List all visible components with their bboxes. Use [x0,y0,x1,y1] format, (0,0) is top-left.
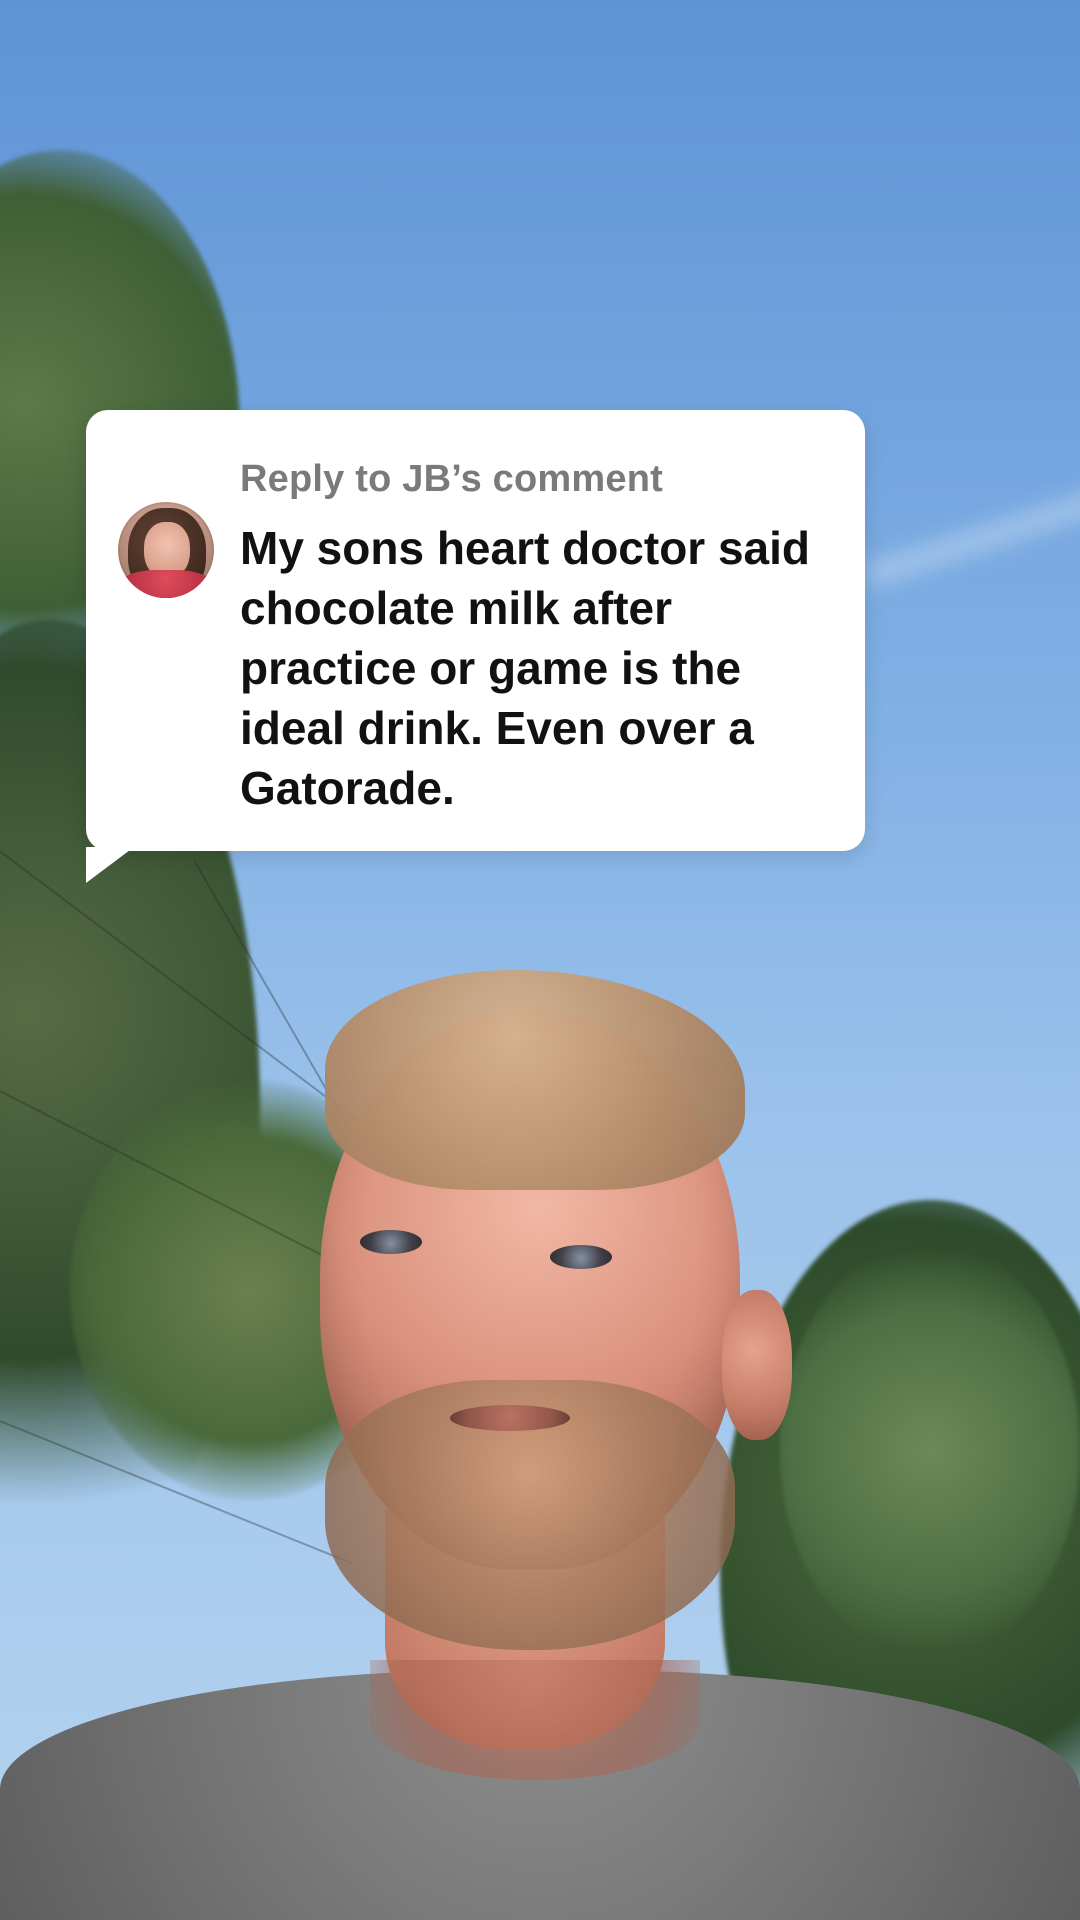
presenter-ear [722,1290,792,1440]
commenter-avatar-icon [118,502,214,598]
comment-text: My sons heart doctor said chocolate milk… [240,522,811,814]
presenter-hair [325,970,745,1190]
presenter-left-eye [360,1230,422,1254]
avatar-top [118,570,214,598]
reply-label: Reply to JB’s comment [240,458,663,500]
sky-streak [862,477,1080,589]
presenter-mouth [450,1405,570,1431]
presenter [0,900,1080,1920]
tree-right-small [780,1240,1080,1660]
presenter-right-eye [550,1245,612,1269]
video-frame: Reply to JB’s comment My sons heart doct… [0,0,1080,1920]
presenter-collar-shadow [370,1660,700,1780]
reply-comment-card: Reply to JB’s comment My sons heart doct… [86,410,865,851]
reply-card-tail [86,847,134,883]
